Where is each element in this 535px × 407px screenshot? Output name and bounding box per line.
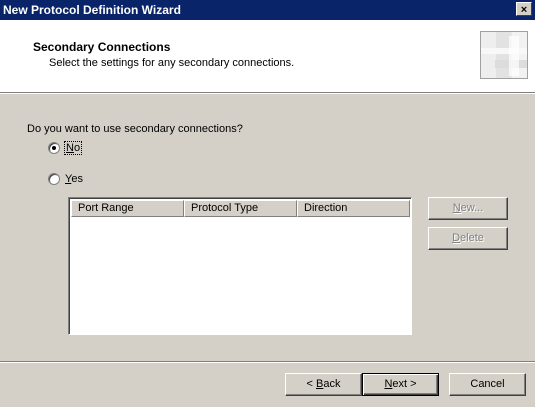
wizard-header: Secondary Connections Select the setting…: [0, 20, 535, 93]
close-button[interactable]: ×: [516, 2, 532, 16]
radio-checked-icon[interactable]: [48, 142, 60, 154]
title-bar: New Protocol Definition Wizard ×: [0, 0, 535, 20]
radio-yes-label[interactable]: Yes: [65, 173, 83, 185]
wizard-header-graphic-icon: [480, 31, 528, 79]
window-title: New Protocol Definition Wizard: [3, 3, 181, 17]
radio-yes[interactable]: Yes: [48, 173, 83, 185]
delete-button[interactable]: Delete: [428, 227, 508, 250]
radio-no[interactable]: No: [48, 141, 83, 155]
page-subtitle: Select the settings for any secondary co…: [49, 57, 295, 69]
page-title: Secondary Connections: [33, 40, 171, 54]
column-header-protocol-type[interactable]: Protocol Type: [184, 200, 297, 217]
radio-no-label[interactable]: No: [63, 141, 83, 155]
column-header-direction[interactable]: Direction: [297, 200, 410, 217]
cancel-button[interactable]: Cancel: [449, 373, 526, 396]
secondary-connections-list[interactable]: Port Range Protocol Type Direction: [68, 197, 412, 335]
new-button[interactable]: New...: [428, 197, 508, 220]
column-header-port-range[interactable]: Port Range: [71, 200, 184, 217]
radio-unchecked-icon[interactable]: [48, 173, 60, 185]
close-icon: ×: [520, 4, 528, 16]
footer-separator: [0, 361, 535, 363]
list-header: Port Range Protocol Type Direction: [71, 200, 410, 217]
next-button[interactable]: Next >: [362, 373, 439, 396]
secondary-connections-question: Do you want to use secondary connections…: [27, 123, 243, 135]
back-button[interactable]: < Back: [285, 373, 362, 396]
